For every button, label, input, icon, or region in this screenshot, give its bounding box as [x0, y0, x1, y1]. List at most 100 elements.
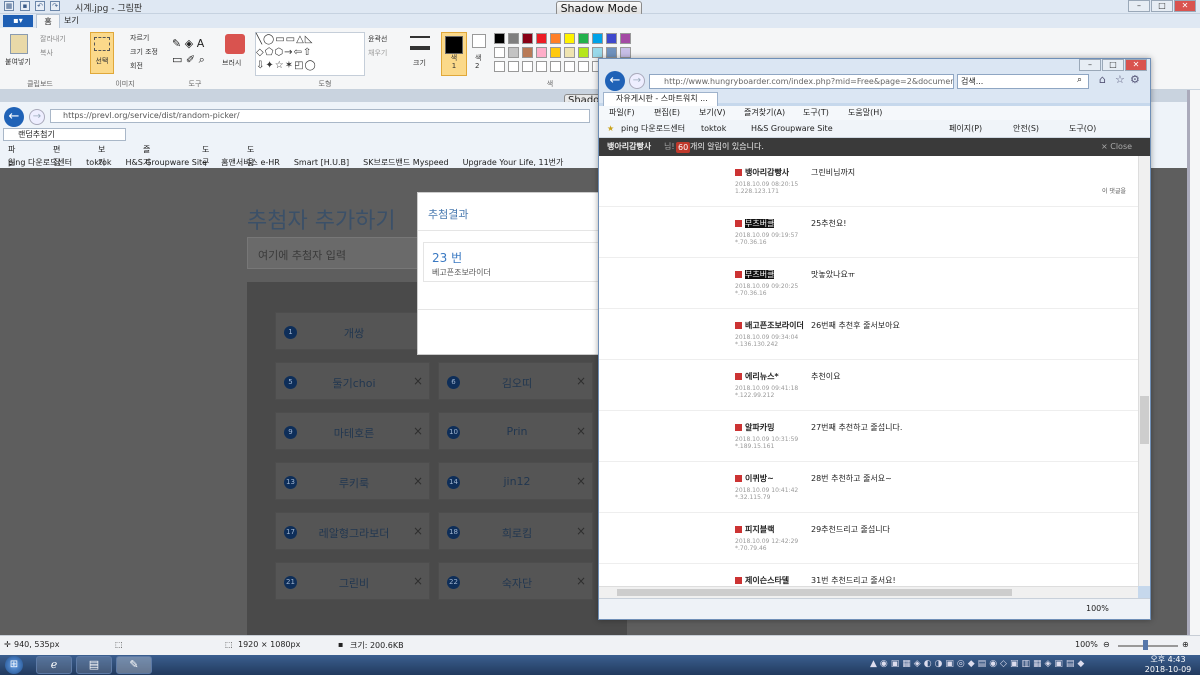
- palette-swatch[interactable]: [578, 33, 589, 44]
- command-button[interactable]: 도구(O): [1069, 120, 1096, 138]
- palette-swatch[interactable]: [606, 33, 617, 44]
- size-label[interactable]: 크기: [413, 58, 426, 68]
- gear-icon[interactable]: ⚙: [1130, 73, 1140, 86]
- palette-swatch[interactable]: [620, 47, 631, 58]
- ie-address-bar[interactable]: http://www.hungryboarder.com/index.php?m…: [649, 74, 954, 89]
- notice-count-badge[interactable]: 60: [676, 142, 691, 153]
- menu-item[interactable]: 편집(E): [654, 106, 680, 120]
- brush-label[interactable]: 브러시: [222, 58, 241, 68]
- palette-swatch[interactable]: [522, 47, 533, 58]
- favorites-star-icon[interactable]: ☆: [1115, 73, 1125, 86]
- pencil-icon[interactable]: ✎: [172, 37, 181, 50]
- palette-swatch[interactable]: [536, 47, 547, 58]
- maximize-button[interactable]: □: [1151, 0, 1173, 12]
- comment-author-name[interactable]: 피지블랙: [745, 525, 774, 534]
- scroll-thumb[interactable]: [1140, 396, 1149, 444]
- save-icon[interactable]: ▪: [20, 1, 30, 11]
- comment-author-name[interactable]: 부츠버클: [745, 219, 775, 228]
- palette-swatch-empty[interactable]: [508, 61, 519, 72]
- paste-icon[interactable]: [10, 34, 28, 54]
- ie-tab[interactable]: 자유게시판 - 스마트워치 ...: [603, 92, 718, 106]
- color1-button[interactable]: 색 1: [441, 32, 467, 76]
- color2-swatch[interactable]: [472, 34, 486, 48]
- command-button[interactable]: 페이지(P): [949, 120, 982, 138]
- cut-button[interactable]: 잘라내기: [40, 34, 66, 44]
- select-button[interactable]: 선택: [90, 32, 114, 74]
- comment-author-name[interactable]: 이퀴방~: [745, 474, 774, 483]
- comment-author[interactable]: 제이슨스타델: [735, 575, 805, 586]
- comment-author-name[interactable]: 뱅아리감빵사: [745, 168, 789, 177]
- comment-author-name[interactable]: 알파카밍: [745, 423, 774, 432]
- favorites-star-icon[interactable]: ★: [607, 120, 614, 138]
- redo-icon[interactable]: ↷: [50, 1, 60, 11]
- zoom-slider-thumb[interactable]: [1143, 640, 1148, 650]
- comment-author-name[interactable]: 배고픈조보라이더: [745, 321, 804, 330]
- ie-close-button[interactable]: ✕: [1125, 59, 1147, 71]
- home-icon[interactable]: ⌂: [1099, 73, 1106, 86]
- comment-author[interactable]: 에리뉴스*: [735, 371, 805, 382]
- palette-swatch-empty[interactable]: [578, 61, 589, 72]
- tab-file[interactable]: ▪▾: [3, 15, 33, 27]
- notice-user[interactable]: 뱅아리감빵사: [607, 138, 651, 156]
- paint-app-icon[interactable]: ▦: [4, 1, 14, 11]
- comment-author[interactable]: 이퀴방~: [735, 473, 805, 484]
- palette-swatch-empty[interactable]: [564, 61, 575, 72]
- favorite-link[interactable]: H&S Groupware Site: [751, 120, 833, 138]
- palette-swatch[interactable]: [522, 33, 533, 44]
- hscroll-thumb[interactable]: [617, 589, 1012, 596]
- minimize-button[interactable]: –: [1128, 0, 1150, 12]
- explorer-taskbar-icon[interactable]: ▤: [76, 656, 112, 674]
- fill-icon[interactable]: ◈: [185, 37, 193, 50]
- rotate-button[interactable]: 회전: [130, 61, 143, 71]
- outline-button[interactable]: 윤곽선: [368, 34, 387, 44]
- system-tray-icons[interactable]: ▲◉▣▦◈◐◑▣◎◆▤◉◇▣▥▦◈▣▤◆: [870, 659, 1135, 671]
- zoom-out-button[interactable]: ⊖: [1103, 640, 1110, 649]
- palette-swatch[interactable]: [550, 47, 561, 58]
- palette-swatch[interactable]: [564, 47, 575, 58]
- ie-back-icon[interactable]: ←: [605, 71, 625, 91]
- copy-button[interactable]: 복사: [40, 48, 53, 58]
- zoom-slider[interactable]: [1118, 645, 1178, 647]
- ie-search-box[interactable]: 검색...: [957, 74, 1089, 89]
- ie-maximize-button[interactable]: □: [1102, 59, 1124, 71]
- palette-swatch-empty[interactable]: [550, 61, 561, 72]
- shapes-gallery[interactable]: ╲◯▭▭△◺ ◇⬠⬡→⇦⇧ ⇩✦☆✶◰◯: [255, 32, 365, 76]
- undo-icon[interactable]: ↶: [35, 1, 45, 11]
- palette-swatch[interactable]: [606, 47, 617, 58]
- paint-taskbar-icon[interactable]: ✎: [116, 656, 152, 674]
- tab-home[interactable]: 홈: [36, 14, 60, 28]
- palette-swatch[interactable]: [494, 47, 505, 58]
- palette-swatch-empty[interactable]: [494, 61, 505, 72]
- palette-swatch[interactable]: [592, 47, 603, 58]
- palette-swatch[interactable]: [494, 33, 505, 44]
- favorite-link[interactable]: toktok: [701, 120, 726, 138]
- size-icon[interactable]: [410, 36, 430, 50]
- comment-author[interactable]: 부츠버클: [735, 218, 805, 229]
- comment-author[interactable]: 배고픈조보라이더: [735, 320, 805, 331]
- zoom-in-button[interactable]: ⊕: [1182, 640, 1189, 649]
- comment-author-name[interactable]: 제이슨스타델: [745, 576, 789, 585]
- ie-forward-icon[interactable]: →: [629, 73, 645, 89]
- comment-author-name[interactable]: 에리뉴스*: [745, 372, 779, 381]
- start-button[interactable]: ⊞: [5, 656, 23, 674]
- menu-item[interactable]: 도구(T): [803, 106, 829, 120]
- comment-author[interactable]: 알파카밍: [735, 422, 805, 433]
- close-button[interactable]: ✕: [1174, 0, 1196, 12]
- color2-label[interactable]: 색 2: [475, 54, 481, 70]
- menu-item[interactable]: 보기(V): [699, 106, 725, 120]
- palette-swatch-empty[interactable]: [536, 61, 547, 72]
- comment-author-name[interactable]: 부츠버클: [745, 270, 775, 279]
- menu-item[interactable]: 도움말(H): [848, 106, 882, 120]
- horizontal-scrollbar[interactable]: [599, 586, 1138, 598]
- fill-button[interactable]: 채우기: [368, 48, 387, 58]
- comment-author[interactable]: 피지블랙: [735, 524, 805, 535]
- palette-swatch[interactable]: [592, 33, 603, 44]
- command-button[interactable]: 안전(S): [1013, 120, 1039, 138]
- tab-view[interactable]: 보기: [64, 15, 79, 27]
- eraser-icon[interactable]: ▭: [172, 53, 182, 66]
- palette-swatch[interactable]: [536, 33, 547, 44]
- palette-swatch[interactable]: [620, 33, 631, 44]
- notice-close-button[interactable]: × Close: [1101, 138, 1132, 156]
- palette-swatch[interactable]: [508, 33, 519, 44]
- palette-swatch[interactable]: [550, 33, 561, 44]
